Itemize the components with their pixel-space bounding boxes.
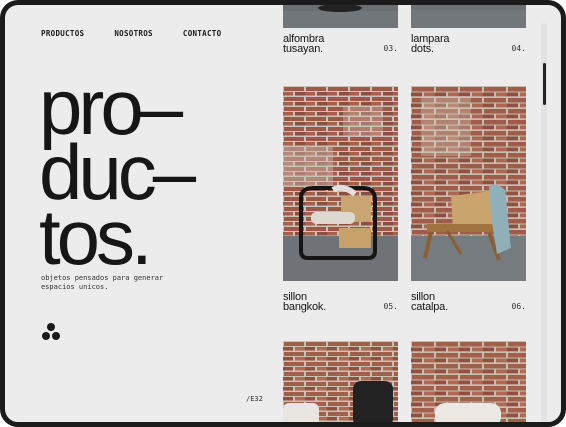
product-card-bangkok[interactable]: sillon bangkok. 05. [283,292,398,316]
product-image-alfombra-tusayan[interactable] [283,5,398,28]
product-image-sillon-bangkok[interactable] [283,86,398,281]
product-number: 03. [383,44,398,53]
product-card-tusayan[interactable]: alfombra tusayan. 03. [283,34,398,58]
nav-nosotros[interactable]: NOSOTROS [114,29,153,38]
device-frame: PRODUCTOS NOSOTROS CONTACTO pro– duc– to… [0,0,566,427]
product-number: 06. [511,302,526,311]
nav-contacto[interactable]: CONTACTO [183,29,222,38]
product-image-lampara-dots[interactable] [411,5,526,28]
main-nav: PRODUCTOS NOSOTROS CONTACTO [41,29,221,38]
product-name-line2: tusayan. [283,43,323,55]
product-name-line2: dots. [411,43,434,55]
product-number: 05. [383,302,398,311]
hero-title: pro– duc– tos. [39,68,196,276]
product-image-next-2[interactable] [411,341,526,422]
product-name-line2: bangkok. [283,301,327,313]
product-card-dots[interactable]: lampara dots. 04. [411,34,526,58]
product-number: 04. [511,44,526,53]
hero-subtitle: objetos pensados para generar espacios u… [41,274,164,291]
brand-logo-icon[interactable] [41,323,61,341]
product-card-catalpa[interactable]: sillon catalpa. 06. [411,292,526,316]
product-image-next-1[interactable] [283,341,398,422]
page-code: /E32 [246,395,263,403]
nav-productos[interactable]: PRODUCTOS [41,29,84,38]
product-name-line2: catalpa. [411,301,448,313]
product-image-sillon-catalpa[interactable] [411,86,526,281]
scrollbar-thumb[interactable] [543,63,546,105]
